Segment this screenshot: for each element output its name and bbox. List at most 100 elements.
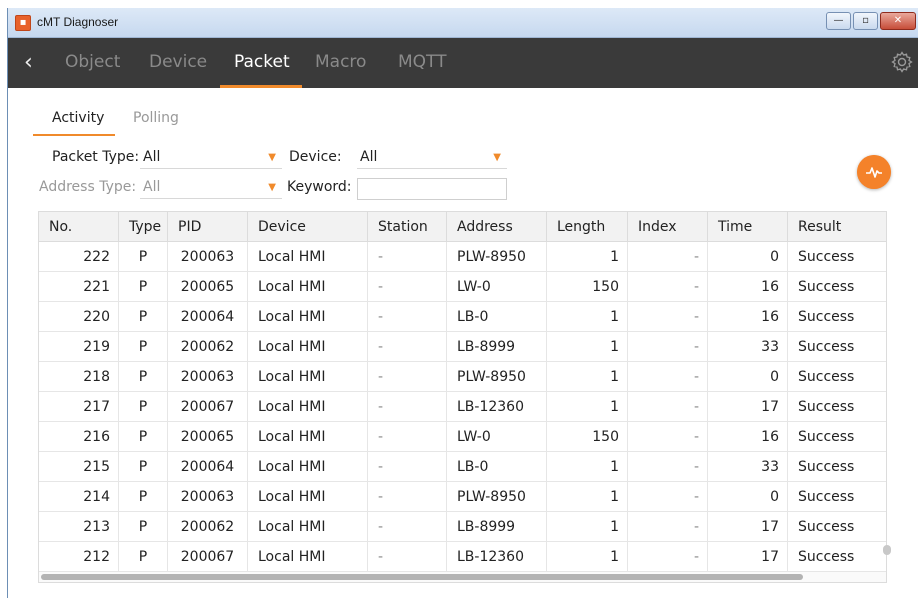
col-time[interactable]: Time bbox=[708, 212, 788, 242]
cell-no: 221 bbox=[39, 272, 119, 302]
table-row[interactable]: 217 P 200067 Local HMI - LB-12360 1-17 Success bbox=[39, 392, 886, 422]
cell-device: Local HMI bbox=[248, 452, 368, 482]
col-length[interactable]: Length bbox=[547, 212, 628, 242]
cell-length: 1 bbox=[547, 242, 628, 272]
cell-device: Local HMI bbox=[248, 272, 368, 302]
cell-time: 17 bbox=[708, 392, 788, 422]
table-row[interactable]: 219 P 200062 Local HMI - LB-8999 1-33 Success bbox=[39, 332, 886, 362]
table-row[interactable]: 220 P 200064 Local HMI - LB-0 1-16 Success bbox=[39, 302, 886, 332]
cell-device: Local HMI bbox=[248, 512, 368, 542]
cell-index: - bbox=[628, 482, 708, 512]
cell-device: Local HMI bbox=[248, 392, 368, 422]
tab-packet[interactable]: Packet bbox=[234, 52, 290, 72]
maximize-button[interactable]: ▫ bbox=[853, 12, 878, 30]
cell-result: Success bbox=[798, 279, 855, 295]
cell-length: 1 bbox=[547, 302, 628, 332]
address-type-select[interactable]: All ▼ bbox=[140, 177, 282, 199]
tab-mqtt[interactable]: MQTT bbox=[398, 52, 447, 72]
chevron-down-icon: ▼ bbox=[268, 152, 276, 163]
cell-station: - bbox=[368, 392, 447, 422]
close-button[interactable]: ✕ bbox=[880, 12, 916, 30]
cell-type: P bbox=[119, 542, 168, 572]
cell-address: LB-12360 bbox=[447, 542, 547, 572]
activity-pulse-icon[interactable] bbox=[857, 155, 891, 189]
cell-device: Local HMI bbox=[248, 302, 368, 332]
cell-address: LB-12360 bbox=[447, 392, 547, 422]
col-no[interactable]: No. bbox=[39, 212, 119, 242]
packet-type-value: All bbox=[143, 149, 161, 165]
cell-pid: 200062 bbox=[168, 332, 248, 362]
cell-pid: 200064 bbox=[168, 452, 248, 482]
minimize-button[interactable]: — bbox=[826, 12, 851, 30]
table-header: No. Type PID Device Station Address Leng… bbox=[39, 212, 886, 242]
cell-address: LW-0 bbox=[447, 272, 547, 302]
table-row[interactable]: 215 P 200064 Local HMI - LB-0 1-33 Success bbox=[39, 452, 886, 482]
tab-macro[interactable]: Macro bbox=[315, 52, 366, 72]
cell-result: Success bbox=[798, 369, 855, 385]
cell-time: 33 bbox=[708, 332, 788, 362]
col-station[interactable]: Station bbox=[368, 212, 447, 242]
tab-object[interactable]: Object bbox=[65, 52, 120, 72]
cell-length: 150 bbox=[547, 272, 628, 302]
cell-result: Success bbox=[798, 489, 855, 505]
cell-length: 1 bbox=[547, 482, 628, 512]
cell-index: - bbox=[628, 332, 708, 362]
col-result[interactable]: Result bbox=[788, 212, 886, 242]
cell-index: - bbox=[628, 242, 708, 272]
keyword-label: Keyword: bbox=[287, 179, 352, 195]
subtab-polling[interactable]: Polling bbox=[133, 110, 179, 126]
tab-device[interactable]: Device bbox=[149, 52, 207, 72]
cell-device: Local HMI bbox=[248, 242, 368, 272]
device-label: Device: bbox=[289, 149, 342, 165]
cell-pid: 200062 bbox=[168, 512, 248, 542]
cell-station: - bbox=[368, 362, 447, 392]
subtab-indicator bbox=[33, 134, 115, 136]
keyword-input[interactable] bbox=[357, 178, 507, 200]
col-address[interactable]: Address bbox=[447, 212, 547, 242]
horizontal-scrollbar-thumb[interactable] bbox=[41, 574, 803, 580]
cell-result: Success bbox=[798, 309, 855, 325]
cell-pid: 200065 bbox=[168, 422, 248, 452]
cell-index: - bbox=[628, 302, 708, 332]
chevron-left-icon[interactable]: ‹ bbox=[24, 50, 44, 76]
cell-length: 1 bbox=[547, 332, 628, 362]
vertical-scrollbar-thumb[interactable] bbox=[883, 545, 891, 555]
col-index[interactable]: Index bbox=[628, 212, 708, 242]
cell-result: Success bbox=[798, 429, 855, 445]
cell-time: 16 bbox=[708, 272, 788, 302]
subtab-activity[interactable]: Activity bbox=[52, 110, 104, 126]
cell-result: Success bbox=[798, 399, 855, 415]
gear-icon[interactable] bbox=[890, 50, 914, 74]
table-row[interactable]: 222 P 200063 Local HMI - PLW-8950 1-0 Success bbox=[39, 242, 886, 272]
col-pid[interactable]: PID bbox=[168, 212, 248, 242]
table-row[interactable]: 214 P 200063 Local HMI - PLW-8950 1-0 Success bbox=[39, 482, 886, 512]
cell-time: 0 bbox=[708, 362, 788, 392]
cell-length: 1 bbox=[547, 362, 628, 392]
cell-type: P bbox=[119, 392, 168, 422]
cell-device: Local HMI bbox=[248, 362, 368, 392]
cell-device: Local HMI bbox=[248, 332, 368, 362]
cell-no: 219 bbox=[39, 332, 119, 362]
cell-pid: 200065 bbox=[168, 272, 248, 302]
cell-address: LW-0 bbox=[447, 422, 547, 452]
col-device[interactable]: Device bbox=[248, 212, 368, 242]
cell-station: - bbox=[368, 242, 447, 272]
packet-type-select[interactable]: All ▼ bbox=[140, 147, 282, 169]
table-row[interactable]: 212 P 200067 Local HMI - LB-12360 1-17 Success bbox=[39, 542, 886, 572]
table-row[interactable]: 216 P 200065 Local HMI - LW-0 150-16 Success bbox=[39, 422, 886, 452]
cell-length: 1 bbox=[547, 512, 628, 542]
cell-result: Success bbox=[798, 459, 855, 475]
table-row[interactable]: 213 P 200062 Local HMI - LB-8999 1-17 Success bbox=[39, 512, 886, 542]
cell-device: Local HMI bbox=[248, 422, 368, 452]
col-type[interactable]: Type bbox=[119, 212, 168, 242]
cell-time: 0 bbox=[708, 242, 788, 272]
device-select[interactable]: All ▼ bbox=[357, 147, 507, 169]
cell-time: 17 bbox=[708, 512, 788, 542]
title-bar: ▪ cMT Diagnoser — ▫ ✕ bbox=[8, 8, 918, 38]
table-row[interactable]: 218 P 200063 Local HMI - PLW-8950 1-0 Success bbox=[39, 362, 886, 392]
cell-type: P bbox=[119, 452, 168, 482]
cell-time: 0 bbox=[708, 482, 788, 512]
cell-station: - bbox=[368, 332, 447, 362]
cell-device: Local HMI bbox=[248, 542, 368, 572]
table-row[interactable]: 221 P 200065 Local HMI - LW-0 150-16 Success bbox=[39, 272, 886, 302]
